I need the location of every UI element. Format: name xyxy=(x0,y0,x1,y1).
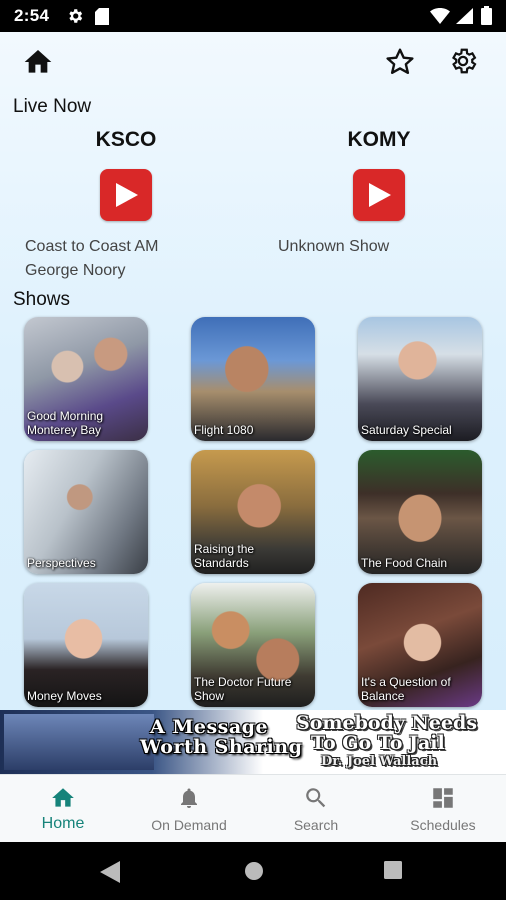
live-now-heading: Live Now xyxy=(13,96,92,117)
show-title: It's a Question of Balance xyxy=(361,675,451,703)
show-title: Money Moves xyxy=(27,689,102,703)
show-title: Raising the Standards xyxy=(194,542,255,570)
show-tile[interactable]: Money Moves xyxy=(24,583,148,707)
ad-headline: A Message xyxy=(150,716,269,738)
home-icon[interactable] xyxy=(22,46,54,78)
nav-label: Home xyxy=(41,815,85,832)
top-app-bar xyxy=(0,32,506,92)
play-icon xyxy=(116,183,138,207)
signal-icon xyxy=(456,8,473,29)
nav-on-demand[interactable]: On Demand xyxy=(126,775,252,842)
gear-icon xyxy=(452,48,477,74)
show-title: Saturday Special xyxy=(361,423,452,437)
show-tile[interactable]: Flight 1080 xyxy=(191,317,315,441)
app-content: Live Now KSCO Coast to Coast AM George N… xyxy=(0,32,506,842)
nav-search[interactable]: Search xyxy=(253,775,379,842)
back-icon[interactable] xyxy=(100,861,120,883)
nav-label: On Demand xyxy=(151,817,227,833)
station-name: KSCO xyxy=(95,128,157,151)
home-circle-icon[interactable] xyxy=(244,861,264,881)
sd-card-icon xyxy=(95,8,109,30)
show-title: Flight 1080 xyxy=(194,423,254,437)
show-title: The Doctor Future Show xyxy=(194,675,292,703)
play-icon xyxy=(369,183,391,207)
now-playing-line: Coast to Coast AM xyxy=(25,238,159,255)
nav-home[interactable]: Home xyxy=(0,775,126,842)
search-icon xyxy=(306,788,326,808)
now-playing-line: Unknown Show xyxy=(278,238,390,255)
show-title: Perspectives xyxy=(27,556,96,570)
nav-label: Schedules xyxy=(410,817,476,833)
ad-banner[interactable]: A Message Worth Sharing Somebody Needs T… xyxy=(0,710,506,774)
show-tile[interactable]: Saturday Special xyxy=(358,317,482,441)
bottom-navigation: Home On Demand Search Schedules xyxy=(0,774,506,842)
ad-signature: Dr. Joel Wallach xyxy=(321,754,438,769)
station-now-playing: Unknown Show xyxy=(269,235,489,259)
play-button-komy[interactable] xyxy=(353,169,405,221)
show-title: The Food Chain xyxy=(361,556,448,570)
station-ksco: KSCO Coast to Coast AM George Noory xyxy=(16,128,236,283)
status-time: 2:54 xyxy=(14,6,50,25)
recents-icon[interactable] xyxy=(384,861,402,879)
show-tile[interactable]: The Doctor Future Show xyxy=(191,583,315,707)
ad-tagline: Somebody Needs xyxy=(296,712,478,734)
shows-heading: Shows xyxy=(13,289,71,310)
ad-image xyxy=(4,714,154,770)
system-navigation-bar xyxy=(0,842,506,900)
settings-button[interactable] xyxy=(448,46,478,76)
station-now-playing: Coast to Coast AM George Noory xyxy=(16,235,236,283)
show-tile[interactable]: Good Morning Monterey Bay xyxy=(24,317,148,441)
nav-schedules[interactable]: Schedules xyxy=(380,775,506,842)
nav-label: Search xyxy=(293,817,339,833)
ad-headline: Worth Sharing xyxy=(140,736,303,758)
now-playing-line: George Noory xyxy=(25,262,126,279)
play-button-ksco[interactable] xyxy=(100,169,152,221)
gear-icon xyxy=(66,7,84,30)
show-tile[interactable]: Raising the Standards xyxy=(191,450,315,574)
bell-icon xyxy=(181,788,197,808)
wifi-icon xyxy=(430,8,450,29)
show-tile[interactable]: Perspectives xyxy=(24,450,148,574)
show-title: Good Morning Monterey Bay xyxy=(27,409,104,437)
battery-icon xyxy=(481,6,492,30)
station-komy: KOMY Unknown Show xyxy=(269,128,489,259)
home-icon xyxy=(52,788,74,807)
show-tile[interactable]: It's a Question of Balance xyxy=(358,583,482,707)
star-outline-icon[interactable] xyxy=(384,46,416,78)
station-name: KOMY xyxy=(347,128,411,151)
show-tile[interactable]: The Food Chain xyxy=(358,450,482,574)
status-bar: 2:54 xyxy=(0,0,506,32)
dashboard-icon xyxy=(433,788,453,808)
ad-tagline: To Go To Jail xyxy=(311,732,445,754)
